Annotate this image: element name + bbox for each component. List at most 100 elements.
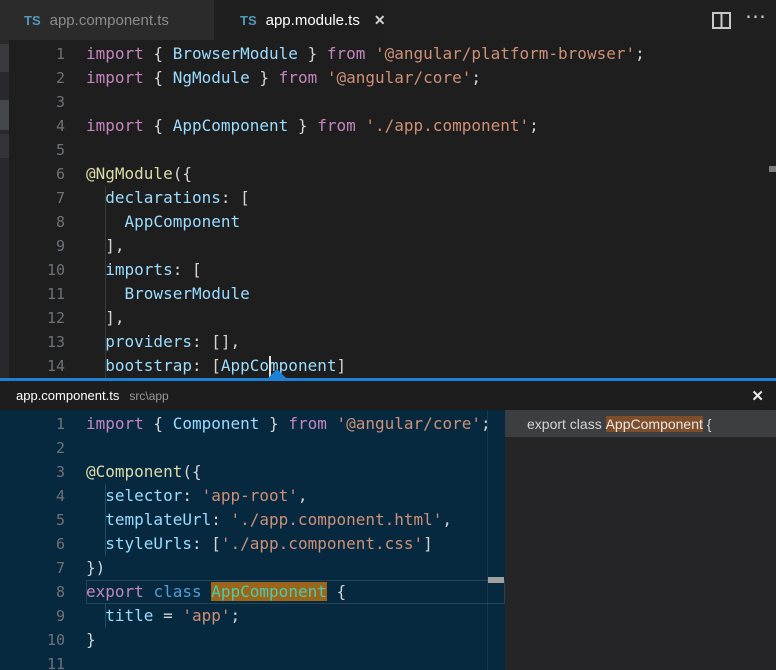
- code-token: : [: [192, 534, 221, 553]
- line-number: 9: [9, 234, 65, 258]
- close-peek-icon[interactable]: ✕: [751, 387, 764, 405]
- editor-tab-bar: TS app.component.ts TS app.module.ts ✕ ⋯: [0, 0, 776, 40]
- code-token: :: [182, 486, 201, 505]
- code-token: {: [144, 116, 173, 135]
- code-token: [202, 582, 212, 601]
- line-number: 1: [9, 412, 65, 436]
- code-token: import: [86, 116, 144, 135]
- code-line[interactable]: }: [86, 628, 505, 652]
- main-code-editor[interactable]: 1234567891011121314 import { BrowserModu…: [0, 40, 776, 378]
- code-line[interactable]: BrowserModule: [86, 282, 776, 306]
- code-token: @Component: [86, 462, 182, 481]
- scrollbar-track-edge: [487, 410, 488, 670]
- tab-app-module-ts[interactable]: TS app.module.ts ✕: [216, 0, 385, 40]
- line-number: 11: [9, 282, 65, 306]
- code-token: {: [327, 582, 346, 601]
- code-token: ;: [481, 414, 491, 433]
- split-editor-icon[interactable]: [711, 11, 731, 29]
- line-number: 14: [9, 354, 65, 378]
- code-token: [86, 212, 125, 231]
- code-line[interactable]: imports: [: [86, 258, 776, 282]
- code-line[interactable]: title = 'app';: [86, 604, 505, 628]
- code-line[interactable]: selector: 'app-root',: [86, 484, 505, 508]
- code-line[interactable]: [86, 436, 505, 460]
- line-number: 10: [9, 628, 65, 652]
- code-token: '@angular/core': [336, 414, 481, 433]
- code-line[interactable]: import { BrowserModule } from '@angular/…: [86, 42, 776, 66]
- match-highlight: AppComponent: [606, 416, 703, 432]
- line-number: 2: [9, 66, 65, 90]
- line-number: 13: [9, 330, 65, 354]
- editor-actions: ⋯: [711, 0, 768, 40]
- peek-code-editor[interactable]: 1234567891011 import { Component } from …: [0, 410, 505, 670]
- code-line[interactable]: [86, 652, 505, 670]
- code-token: @NgModule: [86, 164, 173, 183]
- code-token: import: [86, 414, 144, 433]
- code-token: title: [105, 606, 153, 625]
- code-token: 'app-root': [202, 486, 298, 505]
- code-line[interactable]: import { NgModule } from '@angular/core'…: [86, 66, 776, 90]
- code-token: from: [327, 44, 366, 63]
- code-token: from: [317, 116, 356, 135]
- close-tab-icon[interactable]: ✕: [374, 12, 386, 29]
- code-line[interactable]: AppComponent: [86, 210, 776, 234]
- code-line[interactable]: styleUrls: ['./app.component.css']: [86, 532, 505, 556]
- code-line[interactable]: }): [86, 556, 505, 580]
- code-line[interactable]: providers: [],: [86, 330, 776, 354]
- code-token: '@angular/core': [327, 68, 472, 87]
- code-line[interactable]: [86, 90, 776, 114]
- tab-label: app.module.ts: [266, 12, 360, 29]
- code-token: selector: [105, 486, 182, 505]
- vscode-window: TS app.component.ts TS app.module.ts ✕ ⋯…: [0, 0, 776, 670]
- code-token: : [],: [192, 332, 240, 351]
- code-area[interactable]: import { Component } from '@angular/core…: [86, 412, 505, 670]
- code-line[interactable]: ],: [86, 306, 776, 330]
- code-token: import: [86, 68, 144, 87]
- line-number: 1: [9, 42, 65, 66]
- line-number: 7: [9, 186, 65, 210]
- line-number: 2: [9, 436, 65, 460]
- code-token: declarations: [105, 188, 221, 207]
- code-token: {: [144, 68, 173, 87]
- reference-list-item[interactable]: export class AppComponent {: [505, 410, 776, 437]
- code-token: [365, 44, 375, 63]
- code-token: ;: [529, 116, 539, 135]
- code-token: [86, 260, 105, 279]
- code-token: NgModule: [173, 68, 250, 87]
- more-actions-icon[interactable]: ⋯: [743, 8, 768, 32]
- code-token: }: [86, 630, 96, 649]
- line-number: 11: [9, 652, 65, 670]
- overview-ruler-mark: [769, 166, 776, 172]
- code-line[interactable]: declarations: [: [86, 186, 776, 210]
- code-token: './app.component.css': [221, 534, 423, 553]
- code-token: templateUrl: [105, 510, 211, 529]
- code-line[interactable]: export class AppComponent {: [86, 580, 505, 604]
- code-token: [86, 356, 105, 375]
- code-line[interactable]: import { Component } from '@angular/core…: [86, 412, 505, 436]
- code-token: [86, 284, 125, 303]
- peek-file-name: app.component.ts: [16, 388, 119, 403]
- code-line[interactable]: @NgModule({: [86, 162, 776, 186]
- code-token: [86, 188, 105, 207]
- code-token: ],: [86, 308, 125, 327]
- code-line[interactable]: @Component({: [86, 460, 505, 484]
- code-token: [144, 582, 154, 601]
- line-number: 7: [9, 556, 65, 580]
- code-line[interactable]: [86, 138, 776, 162]
- code-token: }): [86, 558, 105, 577]
- code-token: ],: [86, 236, 125, 255]
- code-line[interactable]: templateUrl: './app.component.html',: [86, 508, 505, 532]
- code-line[interactable]: ],: [86, 234, 776, 258]
- tab-app-component-ts[interactable]: TS app.component.ts: [0, 0, 214, 40]
- code-token: import: [86, 44, 144, 63]
- line-number: 6: [9, 162, 65, 186]
- code-token: from: [279, 68, 318, 87]
- code-line[interactable]: import { AppComponent } from './app.comp…: [86, 114, 776, 138]
- line-number: 5: [9, 508, 65, 532]
- code-token: ;: [231, 606, 241, 625]
- line-number: 4: [9, 484, 65, 508]
- code-line[interactable]: bootstrap: [AppComponent]: [86, 354, 776, 378]
- line-number: 12: [9, 306, 65, 330]
- peek-view: app.component.ts src\app ✕ 1234567891011…: [0, 378, 776, 670]
- code-area[interactable]: import { BrowserModule } from '@angular/…: [86, 42, 776, 378]
